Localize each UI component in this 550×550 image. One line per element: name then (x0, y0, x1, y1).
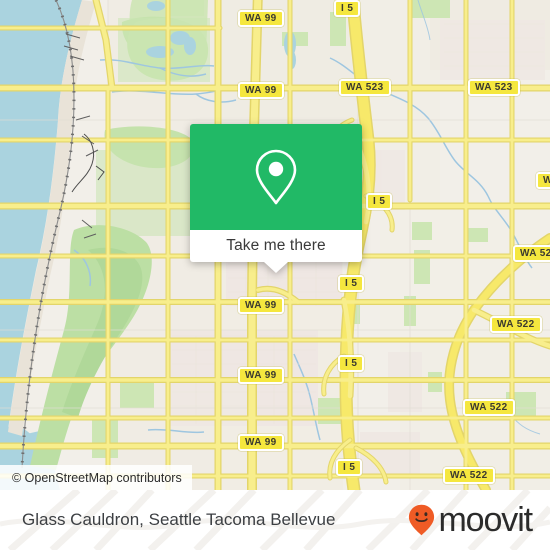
take-me-there-label: Take me there (226, 237, 326, 254)
moovit-smiley-pin-icon (409, 504, 435, 536)
map-canvas[interactable]: I 5 WA 99 WA 523 WA 523 WA 99 WA I 5 WA 522 I 5 W… (0, 0, 550, 490)
shield-wa99: WA 99 (238, 434, 284, 451)
moovit-wordmark: moovit (438, 501, 533, 539)
shield-wa99: WA 99 (238, 297, 284, 314)
shield-wa99: WA 99 (238, 367, 284, 384)
place-title: Glass Cauldron, Seattle Tacoma Bellevue (22, 510, 336, 529)
callout-tail (264, 262, 288, 273)
destination-callout[interactable]: Take me there (190, 124, 362, 273)
shield-wa99: WA 99 (238, 82, 284, 99)
shield-i5: I 5 (334, 0, 361, 17)
map-screenshot: I 5 WA 99 WA 523 WA 523 WA 99 WA I 5 WA 522 I 5 W… (0, 0, 550, 550)
shield-wa-partial: WA (536, 172, 550, 189)
location-pin-icon (255, 149, 297, 205)
shield-wa522: WA 522 (443, 467, 495, 484)
moovit-logo[interactable]: moovit (408, 501, 533, 539)
shield-wa523: WA 523 (468, 79, 520, 96)
footer-bar: Glass Cauldron, Seattle Tacoma Bellevue … (0, 490, 550, 550)
shield-wa522: WA 522 (513, 245, 550, 262)
osm-attribution[interactable]: © OpenStreetMap contributors (0, 465, 192, 490)
shield-i5: I 5 (336, 459, 363, 476)
shield-wa523: WA 523 (339, 79, 391, 96)
shield-i5: I 5 (338, 275, 365, 292)
shield-wa99: WA 99 (238, 10, 284, 27)
callout-image-area (190, 124, 362, 230)
shield-i5: I 5 (366, 193, 393, 210)
shield-wa522: WA 522 (463, 399, 515, 416)
shield-i5: I 5 (338, 355, 365, 372)
shield-wa522: WA 522 (490, 316, 542, 333)
callout-action-bar[interactable]: Take me there (190, 230, 362, 273)
